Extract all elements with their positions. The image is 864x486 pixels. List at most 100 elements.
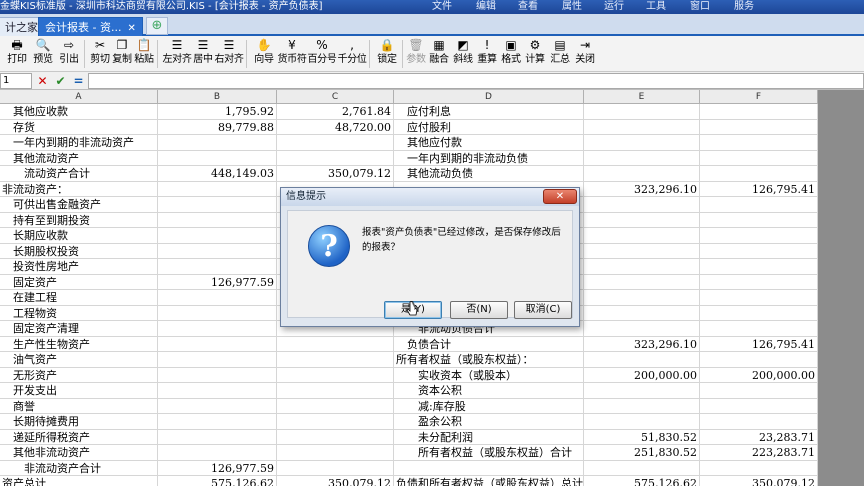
table-cell-a[interactable]: 其他流动资产 bbox=[0, 150, 158, 166]
no-button[interactable]: 否(N) bbox=[450, 301, 508, 319]
currency-button[interactable]: ¥ 货币符 bbox=[277, 38, 307, 70]
table-cell-d[interactable] bbox=[394, 460, 584, 476]
table-cell-f[interactable] bbox=[700, 290, 818, 305]
align-left-button[interactable]: ☰ 左对齐 bbox=[162, 38, 192, 70]
table-cell-f[interactable] bbox=[700, 259, 818, 274]
table-cell-f[interactable] bbox=[700, 212, 818, 228]
table-cell-b[interactable] bbox=[158, 290, 277, 305]
table-cell-e[interactable]: 251,830.52 bbox=[584, 445, 700, 460]
table-cell-a[interactable]: 投资性房地产 bbox=[0, 259, 158, 274]
table-cell-d[interactable]: 一年内到期的非流动负债 bbox=[394, 150, 584, 166]
table-cell-b[interactable]: 126,977.59 bbox=[158, 274, 277, 290]
preview-button[interactable]: 🔍 预览 bbox=[30, 38, 56, 70]
diagonal-button[interactable]: ◩ 斜线 bbox=[451, 38, 475, 70]
table-cell-f[interactable] bbox=[700, 305, 818, 321]
table-cell-c[interactable] bbox=[277, 352, 394, 367]
column-header-c[interactable]: C bbox=[277, 90, 394, 104]
table-cell-f[interactable] bbox=[700, 135, 818, 150]
table-cell-e[interactable] bbox=[584, 119, 700, 135]
table-cell-a[interactable]: 一年内到期的非流动资产 bbox=[0, 135, 158, 150]
table-cell-d[interactable]: 所有者权益（或股东权益）： bbox=[394, 352, 584, 367]
table-cell-a[interactable]: 资产总计 bbox=[0, 476, 158, 486]
table-cell-d[interactable]: 应付股利 bbox=[394, 119, 584, 135]
table-cell-e[interactable] bbox=[584, 321, 700, 336]
new-tab-button[interactable]: ⊕ bbox=[146, 17, 168, 35]
table-cell-b[interactable] bbox=[158, 228, 277, 243]
table-cell-d[interactable]: 负债和所有者权益（或股东权益）总计 bbox=[394, 476, 584, 486]
table-cell-a[interactable]: 可供出售金融资产 bbox=[0, 197, 158, 212]
menu-view[interactable]: 查看 bbox=[518, 0, 538, 14]
table-cell-a[interactable]: 持有至到期投资 bbox=[0, 212, 158, 228]
equals-icon[interactable]: = bbox=[70, 73, 87, 89]
table-cell-f[interactable] bbox=[700, 398, 818, 414]
summary-button[interactable]: ▤ 汇总 bbox=[547, 38, 573, 70]
scissors-button[interactable]: ✂ 剪切 bbox=[89, 38, 111, 70]
table-cell-f[interactable]: 350,079.12 bbox=[700, 476, 818, 486]
table-cell-e[interactable] bbox=[584, 197, 700, 212]
table-cell-f[interactable] bbox=[700, 228, 818, 243]
table-cell-c[interactable] bbox=[277, 460, 394, 476]
column-header-e[interactable]: E bbox=[584, 90, 700, 104]
column-header-d[interactable]: D bbox=[394, 90, 584, 104]
formula-input[interactable] bbox=[88, 73, 864, 89]
table-cell-f[interactable] bbox=[700, 460, 818, 476]
table-cell-e[interactable] bbox=[584, 228, 700, 243]
table-cell-c[interactable]: 350,079.12 bbox=[277, 476, 394, 486]
table-cell-b[interactable]: 448,149.03 bbox=[158, 166, 277, 181]
table-cell-b[interactable] bbox=[158, 259, 277, 274]
table-cell-e[interactable]: 323,296.10 bbox=[584, 181, 700, 197]
cancel-icon[interactable]: ✕ bbox=[34, 73, 51, 89]
merge-button[interactable]: ▦ 融合 bbox=[427, 38, 451, 70]
thousands-button[interactable]: , 千分位 bbox=[337, 38, 367, 70]
table-cell-b[interactable] bbox=[158, 383, 277, 398]
table-cell-d[interactable]: 减:库存股 bbox=[394, 398, 584, 414]
table-cell-b[interactable]: 89,779.88 bbox=[158, 119, 277, 135]
table-cell-e[interactable] bbox=[584, 104, 700, 119]
table-cell-b[interactable] bbox=[158, 429, 277, 445]
table-cell-b[interactable] bbox=[158, 352, 277, 367]
table-cell-c[interactable] bbox=[277, 398, 394, 414]
close-door-button[interactable]: ⇥ 关闭 bbox=[573, 38, 597, 70]
table-cell-e[interactable] bbox=[584, 274, 700, 290]
table-cell-a[interactable]: 递延所得税资产 bbox=[0, 429, 158, 445]
table-cell-e[interactable] bbox=[584, 290, 700, 305]
table-cell-b[interactable] bbox=[158, 367, 277, 383]
table-cell-f[interactable]: 126,795.41 bbox=[700, 181, 818, 197]
table-cell-f[interactable]: 223,283.71 bbox=[700, 445, 818, 460]
table-cell-b[interactable] bbox=[158, 336, 277, 352]
table-cell-c[interactable] bbox=[277, 429, 394, 445]
table-cell-c[interactable]: 2,761.84 bbox=[277, 104, 394, 119]
align-right-button[interactable]: ☰ 右对齐 bbox=[214, 38, 244, 70]
tab-close-icon[interactable]: ✕ bbox=[127, 23, 135, 34]
table-cell-c[interactable] bbox=[277, 414, 394, 429]
cancel-button[interactable]: 取消(C) bbox=[514, 301, 572, 319]
table-cell-a[interactable]: 生产性生物资产 bbox=[0, 336, 158, 352]
table-cell-c[interactable] bbox=[277, 445, 394, 460]
table-cell-d[interactable]: 资本公积 bbox=[394, 383, 584, 398]
table-cell-d[interactable]: 负债合计 bbox=[394, 336, 584, 352]
table-cell-e[interactable]: 575,126.62 bbox=[584, 476, 700, 486]
table-cell-f[interactable] bbox=[700, 321, 818, 336]
table-cell-c[interactable] bbox=[277, 135, 394, 150]
table-cell-e[interactable] bbox=[584, 135, 700, 150]
table-cell-c[interactable] bbox=[277, 336, 394, 352]
menu-edit[interactable]: 编辑 bbox=[476, 0, 496, 14]
table-cell-e[interactable] bbox=[584, 460, 700, 476]
table-cell-f[interactable] bbox=[700, 119, 818, 135]
table-cell-a[interactable]: 流动资产合计 bbox=[0, 166, 158, 181]
table-cell-e[interactable]: 51,830.52 bbox=[584, 429, 700, 445]
table-cell-f[interactable] bbox=[700, 274, 818, 290]
table-cell-b[interactable]: 126,977.59 bbox=[158, 460, 277, 476]
table-cell-f[interactable] bbox=[700, 150, 818, 166]
table-cell-a[interactable]: 固定资产清理 bbox=[0, 321, 158, 336]
table-cell-d[interactable]: 所有者权益（或股东权益）合计 bbox=[394, 445, 584, 460]
table-cell-c[interactable] bbox=[277, 367, 394, 383]
table-cell-a[interactable]: 长期待摊费用 bbox=[0, 414, 158, 429]
table-cell-b[interactable] bbox=[158, 243, 277, 259]
table-cell-f[interactable] bbox=[700, 197, 818, 212]
table-cell-c[interactable]: 350,079.12 bbox=[277, 166, 394, 181]
table-cell-e[interactable] bbox=[584, 305, 700, 321]
table-cell-a[interactable]: 非流动资产合计 bbox=[0, 460, 158, 476]
table-cell-b[interactable] bbox=[158, 414, 277, 429]
table-cell-b[interactable] bbox=[158, 305, 277, 321]
